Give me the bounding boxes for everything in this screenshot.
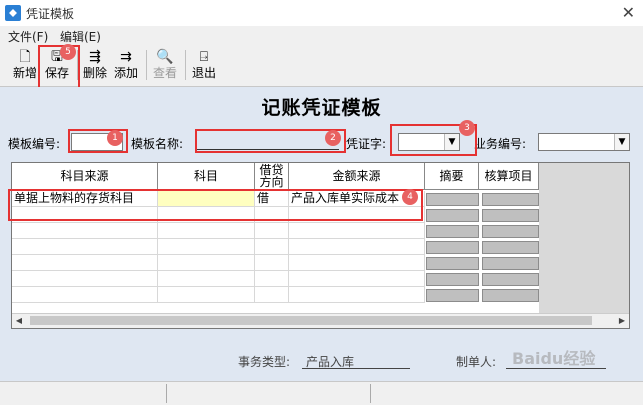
entry-row-highlight	[8, 189, 423, 221]
accounting-cell-button[interactable]	[482, 273, 539, 286]
summary-cell-button[interactable]	[426, 193, 479, 206]
table-row[interactable]	[12, 287, 425, 303]
toolbar-separator	[146, 50, 147, 80]
toolbar: 🗋 新增 🖫 保存 ⇶ 删除 ⇉ 添加 🔍 查看 ⍈ 退出	[0, 44, 643, 87]
close-icon[interactable]: ✕	[622, 3, 635, 22]
scroll-left-icon[interactable]: ◀	[12, 314, 26, 328]
annotation-badge-3: 3	[459, 120, 475, 136]
add-button[interactable]: ⇉ 添加	[110, 48, 142, 84]
dropdown-arrow-icon[interactable]: ▼	[614, 134, 629, 150]
view-icon: 🔍	[156, 49, 174, 65]
title-bar: 凭证模板 ✕	[0, 0, 643, 26]
col-accounting-item[interactable]: 核算项目	[479, 163, 539, 190]
annotation-badge-4: 4	[402, 189, 418, 205]
accounting-cell-button[interactable]	[482, 241, 539, 254]
col-subject[interactable]: 科目	[158, 163, 255, 190]
accounting-cell-button[interactable]	[482, 257, 539, 270]
summary-cell-button[interactable]	[426, 209, 479, 222]
table-row[interactable]	[12, 271, 425, 287]
exit-icon: ⍈	[199, 49, 209, 65]
entries-grid: 科目来源 科目 借贷方向 金额来源 摘要 核算项目 单据上物料的存货科目 借 产…	[11, 162, 630, 329]
annotation-badge-5: 5	[60, 44, 76, 60]
delete-button[interactable]: ⇶ 删除	[79, 48, 111, 84]
col-subject-source[interactable]: 科目来源	[12, 163, 158, 190]
col-amount-source[interactable]: 金额来源	[289, 163, 425, 190]
menu-edit[interactable]: 编辑(E)	[60, 28, 101, 45]
add-icon: ⇉	[120, 49, 132, 65]
template-name-highlight	[195, 129, 346, 153]
accounting-cell-button[interactable]	[482, 225, 539, 238]
template-name-label: 模板名称:	[131, 137, 184, 151]
business-type-underline	[302, 368, 410, 369]
view-button[interactable]: 🔍 查看	[149, 48, 181, 84]
new-label: 新增	[12, 66, 37, 80]
grid-empty-area	[539, 163, 629, 313]
window-title: 凭证模板	[26, 7, 75, 21]
summary-cell-button[interactable]	[426, 289, 479, 302]
accounting-cell-button[interactable]	[482, 289, 539, 302]
delete-label: 删除	[82, 66, 107, 80]
summary-cell-button[interactable]	[426, 241, 479, 254]
summary-cell-button[interactable]	[426, 273, 479, 286]
exit-label: 退出	[191, 66, 216, 80]
page-title: 记账凭证模板	[261, 97, 382, 119]
exit-button[interactable]: ⍈ 退出	[188, 48, 220, 84]
new-icon: 🗋	[19, 49, 31, 65]
menu-file[interactable]: 文件(F)	[8, 28, 48, 45]
voucher-word-label: 凭证字:	[346, 137, 387, 151]
table-row[interactable]	[12, 239, 425, 255]
template-no-label: 模板编号:	[8, 137, 61, 151]
accounting-cell-button[interactable]	[482, 193, 539, 206]
business-no-label: 业务编号:	[474, 137, 527, 151]
view-label: 查看	[152, 66, 177, 80]
new-button[interactable]: 🗋 新增	[9, 48, 41, 84]
status-bar	[0, 381, 643, 405]
menu-bar: 文件(F) 编辑(E)	[0, 26, 643, 44]
status-divider	[166, 384, 167, 403]
scroll-right-icon[interactable]: ▶	[615, 314, 629, 328]
annotation-badge-2: 2	[325, 130, 341, 146]
accounting-cell-button[interactable]	[482, 209, 539, 222]
summary-cell-button[interactable]	[426, 257, 479, 270]
horizontal-scrollbar[interactable]: ◀ ▶	[12, 313, 629, 328]
annotation-badge-1: 1	[107, 130, 123, 146]
toolbar-separator	[185, 50, 186, 80]
summary-cell-button[interactable]	[426, 225, 479, 238]
table-row[interactable]	[12, 255, 425, 271]
col-summary[interactable]: 摘要	[425, 163, 479, 190]
business-no-select[interactable]: ▼	[538, 133, 630, 151]
business-type-label: 事务类型:	[238, 355, 291, 369]
col-debit-credit[interactable]: 借贷方向	[255, 163, 289, 190]
app-icon	[5, 5, 21, 21]
maker-value: Baidu经验	[512, 349, 596, 368]
maker-label: 制单人:	[456, 355, 497, 369]
table-row[interactable]	[12, 223, 425, 239]
status-divider	[370, 384, 371, 403]
add-label: 添加	[113, 66, 138, 80]
delete-icon: ⇶	[89, 49, 101, 65]
scroll-thumb[interactable]	[30, 316, 592, 325]
